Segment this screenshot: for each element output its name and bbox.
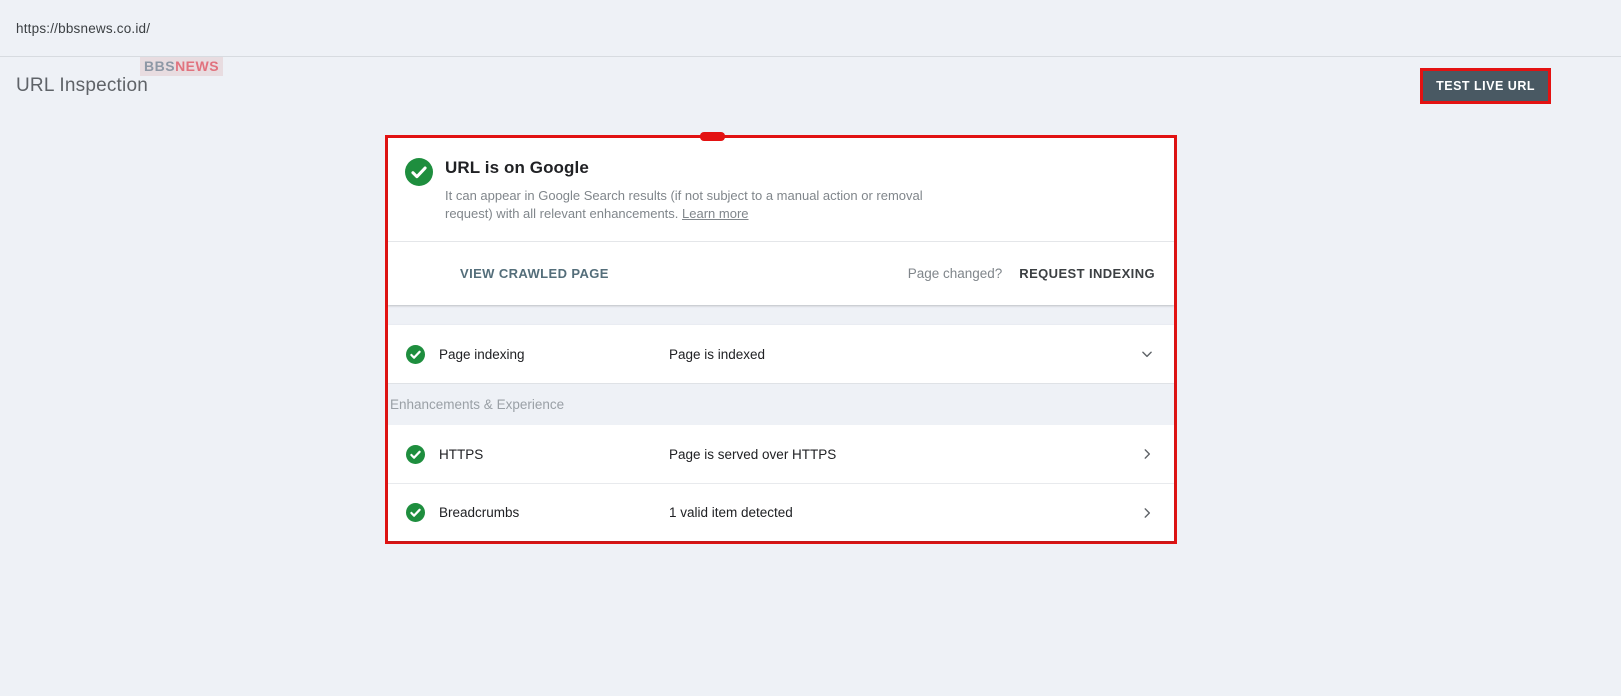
learn-more-link[interactable]: Learn more xyxy=(682,206,748,221)
annotation-handle-dot xyxy=(700,132,725,141)
success-check-icon xyxy=(406,503,425,522)
breadcrumbs-value: 1 valid item detected xyxy=(669,505,1140,520)
url-inspection-result-region: URL is on Google It can appear in Google… xyxy=(385,135,1177,544)
chevron-right-icon[interactable] xyxy=(1140,447,1154,461)
https-row[interactable]: HTTPS Page is served over HTTPS xyxy=(388,425,1174,483)
page-changed-label: Page changed? xyxy=(908,266,1003,281)
page-title: URL Inspection xyxy=(16,75,148,97)
watermark-bbs-text: BBS xyxy=(144,58,175,74)
request-indexing-group: Page changed? REQUEST INDEXING xyxy=(908,266,1155,281)
https-label: HTTPS xyxy=(439,447,669,462)
watermark-news-text: NEWS xyxy=(175,58,219,74)
bbsnews-watermark: BBSNEWS xyxy=(140,57,223,76)
url-status-text: URL is on Google It can appear in Google… xyxy=(445,155,933,223)
enhancements-section-header: Enhancements & Experience xyxy=(388,383,1174,425)
page-indexing-row[interactable]: Page indexing Page is indexed xyxy=(388,325,1174,383)
view-crawled-page-button[interactable]: VIEW CRAWLED PAGE xyxy=(460,266,609,281)
url-status-header: URL is on Google It can appear in Google… xyxy=(388,138,1174,241)
success-check-icon xyxy=(405,158,433,186)
url-status-title: URL is on Google xyxy=(445,158,933,178)
url-status-actions: VIEW CRAWLED PAGE Page changed? REQUEST … xyxy=(388,241,1174,305)
url-status-description: It can appear in Google Search results (… xyxy=(445,187,933,223)
url-status-card: URL is on Google It can appear in Google… xyxy=(388,138,1174,305)
chevron-down-icon[interactable] xyxy=(1140,347,1154,361)
https-value: Page is served over HTTPS xyxy=(669,447,1140,462)
breadcrumbs-label: Breadcrumbs xyxy=(439,505,669,520)
chevron-right-icon[interactable] xyxy=(1140,506,1154,520)
request-indexing-button[interactable]: REQUEST INDEXING xyxy=(1019,266,1155,281)
top-bar: https://bbsnews.co.id/ xyxy=(0,0,1621,57)
checks-card: Page indexing Page is indexed Enhancemen… xyxy=(388,325,1174,541)
success-check-icon xyxy=(406,445,425,464)
breadcrumbs-row[interactable]: Breadcrumbs 1 valid item detected xyxy=(388,483,1174,541)
inspected-url[interactable]: https://bbsnews.co.id/ xyxy=(16,21,150,36)
card-gap xyxy=(388,305,1174,325)
page-indexing-label: Page indexing xyxy=(439,347,669,362)
test-live-url-annotation: TEST LIVE URL xyxy=(1420,68,1551,104)
success-check-icon xyxy=(406,345,425,364)
test-live-url-button[interactable]: TEST LIVE URL xyxy=(1423,71,1548,101)
page-indexing-value: Page is indexed xyxy=(669,347,1140,362)
